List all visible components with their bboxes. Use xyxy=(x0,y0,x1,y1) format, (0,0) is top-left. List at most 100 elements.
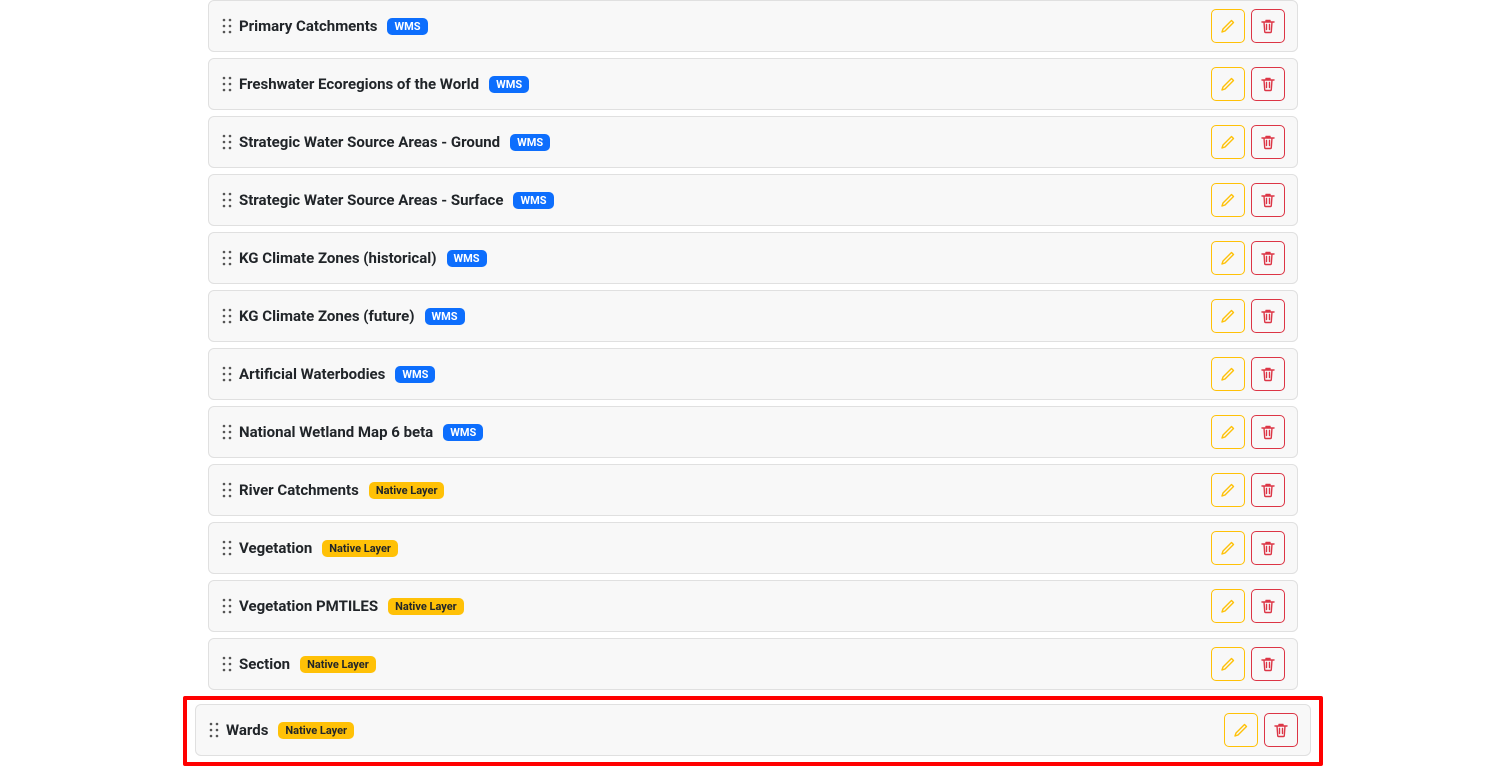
delete-button[interactable] xyxy=(1251,183,1285,217)
drag-handle-icon[interactable] xyxy=(221,134,233,150)
drag-handle-icon[interactable] xyxy=(208,722,220,738)
layer-name: Primary Catchments xyxy=(239,17,377,35)
layer-name: Section xyxy=(239,655,290,673)
delete-button[interactable] xyxy=(1251,9,1285,43)
edit-button[interactable] xyxy=(1211,589,1245,623)
drag-handle-icon[interactable] xyxy=(221,308,233,324)
delete-button[interactable] xyxy=(1251,67,1285,101)
delete-button[interactable] xyxy=(1251,357,1285,391)
layer-actions xyxy=(1211,647,1285,681)
pencil-icon xyxy=(1220,76,1236,92)
layer-row: Strategic Water Source Areas - GroundWMS xyxy=(208,116,1298,168)
badge-wms: WMS xyxy=(447,250,487,267)
layer-name: Artificial Waterbodies xyxy=(239,365,385,383)
layer-actions xyxy=(1224,713,1298,747)
layer-row: Artificial WaterbodiesWMS xyxy=(208,348,1298,400)
pencil-icon xyxy=(1220,598,1236,614)
pencil-icon xyxy=(1220,424,1236,440)
delete-button[interactable] xyxy=(1251,415,1285,449)
layer-name: River Catchments xyxy=(239,481,359,499)
trash-icon xyxy=(1260,250,1276,266)
layer-actions xyxy=(1211,125,1285,159)
edit-button[interactable] xyxy=(1211,415,1245,449)
layer-actions xyxy=(1211,531,1285,565)
pencil-icon xyxy=(1220,482,1236,498)
edit-button[interactable] xyxy=(1211,647,1245,681)
edit-button[interactable] xyxy=(1211,183,1245,217)
drag-handle-icon[interactable] xyxy=(221,192,233,208)
badge-wms: WMS xyxy=(425,308,465,325)
trash-icon xyxy=(1260,134,1276,150)
layer-name: Freshwater Ecoregions of the World xyxy=(239,75,479,93)
badge-native: Native Layer xyxy=(300,656,376,673)
layer-actions xyxy=(1211,415,1285,449)
layer-actions xyxy=(1211,589,1285,623)
pencil-icon xyxy=(1220,250,1236,266)
badge-wms: WMS xyxy=(513,192,553,209)
trash-icon xyxy=(1273,722,1289,738)
layer-name: National Wetland Map 6 beta xyxy=(239,423,433,441)
edit-button[interactable] xyxy=(1211,531,1245,565)
layer-left: KG Climate Zones (historical) WMS xyxy=(221,249,487,267)
layer-left: KG Climate Zones (future)WMS xyxy=(221,307,465,325)
delete-button[interactable] xyxy=(1251,473,1285,507)
trash-icon xyxy=(1260,308,1276,324)
edit-button[interactable] xyxy=(1224,713,1258,747)
drag-handle-icon[interactable] xyxy=(221,250,233,266)
layer-row: WardsNative Layer xyxy=(195,704,1311,756)
drag-handle-icon[interactable] xyxy=(221,482,233,498)
drag-handle-icon[interactable] xyxy=(221,18,233,34)
layer-actions xyxy=(1211,183,1285,217)
edit-button[interactable] xyxy=(1211,473,1245,507)
drag-handle-icon[interactable] xyxy=(221,424,233,440)
layer-name: Strategic Water Source Areas - Surface xyxy=(239,191,503,209)
delete-button[interactable] xyxy=(1251,299,1285,333)
drag-handle-icon[interactable] xyxy=(221,366,233,382)
badge-wms: WMS xyxy=(443,424,483,441)
layer-actions xyxy=(1211,9,1285,43)
edit-button[interactable] xyxy=(1211,67,1245,101)
edit-button[interactable] xyxy=(1211,357,1245,391)
pencil-icon xyxy=(1220,18,1236,34)
trash-icon xyxy=(1260,424,1276,440)
drag-handle-icon[interactable] xyxy=(221,76,233,92)
layer-left: VegetationNative Layer xyxy=(221,539,398,557)
drag-handle-icon[interactable] xyxy=(221,656,233,672)
layer-actions xyxy=(1211,67,1285,101)
edit-button[interactable] xyxy=(1211,299,1245,333)
layer-actions xyxy=(1211,241,1285,275)
layer-name: Vegetation PMTILES xyxy=(239,597,378,615)
layer-left: Strategic Water Source Areas - Surface WM… xyxy=(221,191,554,209)
badge-wms: WMS xyxy=(489,76,529,93)
delete-button[interactable] xyxy=(1251,125,1285,159)
delete-button[interactable] xyxy=(1251,647,1285,681)
drag-handle-icon[interactable] xyxy=(221,540,233,556)
layer-name: Vegetation xyxy=(239,539,312,557)
trash-icon xyxy=(1260,598,1276,614)
trash-icon xyxy=(1260,76,1276,92)
delete-button[interactable] xyxy=(1264,713,1298,747)
layer-actions xyxy=(1211,357,1285,391)
pencil-icon xyxy=(1233,722,1249,738)
trash-icon xyxy=(1260,540,1276,556)
layer-row: Primary CatchmentsWMS xyxy=(208,0,1298,52)
pencil-icon xyxy=(1220,366,1236,382)
edit-button[interactable] xyxy=(1211,241,1245,275)
layer-left: Artificial WaterbodiesWMS xyxy=(221,365,435,383)
pencil-icon xyxy=(1220,134,1236,150)
badge-native: Native Layer xyxy=(369,482,445,499)
trash-icon xyxy=(1260,366,1276,382)
delete-button[interactable] xyxy=(1251,589,1285,623)
layer-left: Freshwater Ecoregions of the World WMS xyxy=(221,75,529,93)
pencil-icon xyxy=(1220,656,1236,672)
layer-row: Section Native Layer xyxy=(208,638,1298,690)
delete-button[interactable] xyxy=(1251,241,1285,275)
trash-icon xyxy=(1260,656,1276,672)
layer-row: VegetationNative Layer xyxy=(208,522,1298,574)
highlighted-layer-box: WardsNative Layer xyxy=(183,696,1323,766)
edit-button[interactable] xyxy=(1211,9,1245,43)
delete-button[interactable] xyxy=(1251,531,1285,565)
layer-name: KG Climate Zones (historical) xyxy=(239,249,437,267)
edit-button[interactable] xyxy=(1211,125,1245,159)
drag-handle-icon[interactable] xyxy=(221,598,233,614)
